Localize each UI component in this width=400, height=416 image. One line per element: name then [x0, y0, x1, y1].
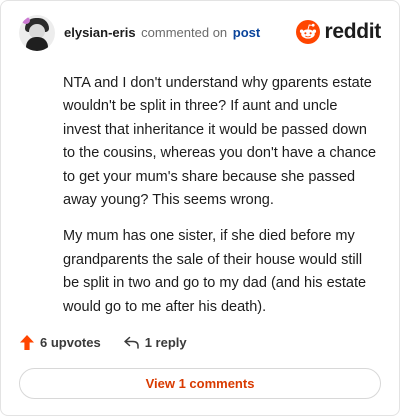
- upvote-button[interactable]: 6 upvotes: [19, 334, 101, 351]
- avatar-bow: [22, 17, 30, 24]
- avatar-body: [26, 37, 48, 51]
- view-comments-button[interactable]: View 1 comments: [19, 368, 381, 399]
- upvote-arrow-icon: [20, 335, 34, 350]
- reply-button[interactable]: 1 reply: [123, 335, 187, 350]
- avatar[interactable]: [19, 15, 55, 51]
- action-text: commented on: [141, 25, 228, 40]
- reply-count: 1 reply: [144, 335, 187, 350]
- comment-actions: 6 upvotes 1 reply: [19, 334, 187, 351]
- reddit-brand[interactable]: reddit: [296, 20, 381, 44]
- brand-name: reddit: [324, 20, 381, 43]
- comment-body: NTA and I don't understand why gparents …: [63, 72, 379, 332]
- upvotes-count: 6 upvotes: [40, 335, 101, 350]
- comment-paragraph: NTA and I don't understand why gparents …: [63, 75, 377, 209]
- username[interactable]: elysian-eris: [64, 25, 136, 40]
- comment-card: elysian-eris commented on post reddit NT…: [0, 0, 400, 416]
- comment-paragraph: My mum has one sister, if she died befor…: [63, 228, 367, 315]
- reply-arrow-icon: [123, 336, 139, 349]
- reddit-snoo-icon: [296, 20, 321, 44]
- post-link[interactable]: post: [233, 25, 260, 40]
- comment-header: elysian-eris commented on post: [19, 15, 260, 51]
- comment-meta: elysian-eris commented on post: [64, 25, 260, 41]
